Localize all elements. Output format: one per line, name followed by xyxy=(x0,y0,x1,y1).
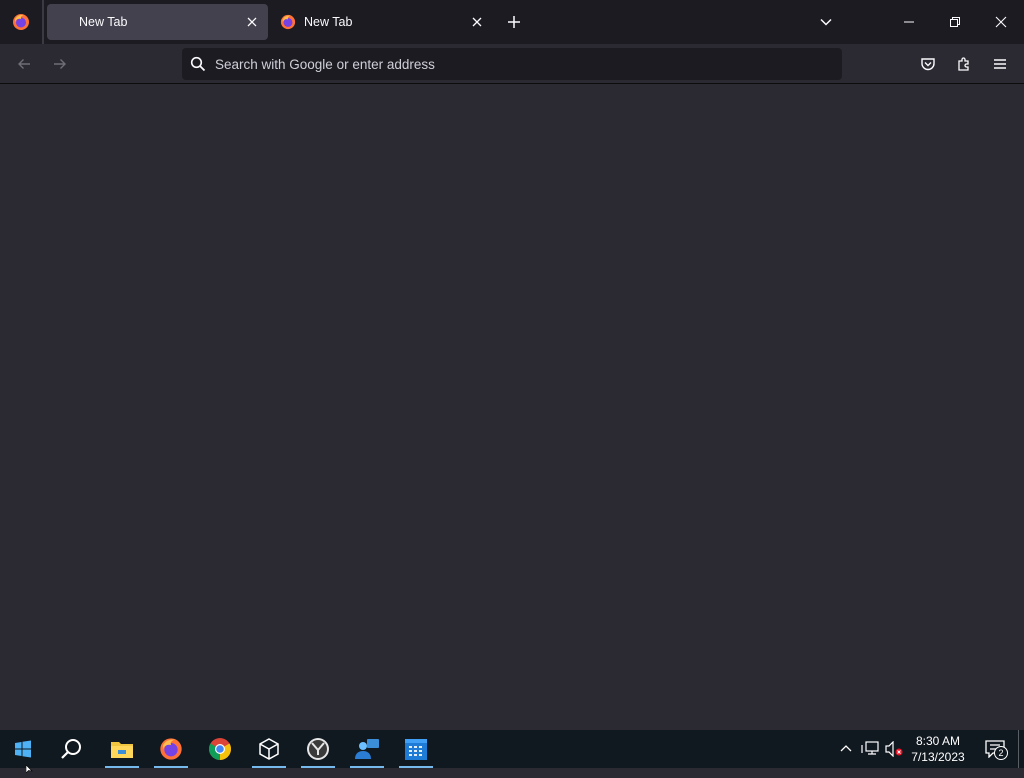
tab-label: New Tab xyxy=(304,15,353,29)
taskbar-clock-app[interactable] xyxy=(295,730,341,768)
chevron-up-icon xyxy=(840,745,852,752)
volume-button[interactable] xyxy=(882,730,906,768)
people-icon xyxy=(355,739,379,759)
notification-count-badge: 2 xyxy=(994,746,1008,760)
clock-date: 7/13/2023 xyxy=(911,750,965,764)
back-arrow-icon xyxy=(18,59,30,69)
action-center-button[interactable]: 2 xyxy=(978,730,1012,768)
taskbar-people[interactable] xyxy=(344,730,390,768)
navigation-toolbar xyxy=(0,44,1024,84)
close-icon xyxy=(247,17,257,27)
tab-strip-divider xyxy=(42,0,44,44)
pocket-icon xyxy=(921,58,935,71)
firefox-icon xyxy=(160,738,182,760)
windows-start-icon xyxy=(15,740,31,758)
mouse-cursor-icon xyxy=(25,760,34,778)
volume-muted-icon xyxy=(885,741,903,757)
tab-new-tab-2[interactable]: New Tab xyxy=(272,4,493,40)
forward-arrow-icon xyxy=(54,59,66,69)
show-hidden-icons-button[interactable] xyxy=(836,730,856,768)
tab-label: New Tab xyxy=(79,15,128,29)
chevron-down-icon xyxy=(820,18,832,26)
start-button[interactable] xyxy=(0,730,46,768)
search-icon xyxy=(61,739,81,759)
save-to-pocket-button[interactable] xyxy=(914,50,942,78)
calendar-icon xyxy=(405,739,427,760)
taskbar-search-button[interactable] xyxy=(48,730,94,768)
hamburger-menu-icon xyxy=(994,59,1006,69)
back-button[interactable] xyxy=(10,50,38,78)
extensions-button[interactable] xyxy=(950,50,978,78)
close-icon xyxy=(995,16,1007,28)
taskbar-calendar[interactable] xyxy=(393,730,439,768)
network-status-button[interactable] xyxy=(858,730,882,768)
close-window-button[interactable] xyxy=(978,0,1024,44)
firefox-view-button[interactable] xyxy=(0,0,42,44)
plus-icon xyxy=(508,16,520,28)
puzzle-icon xyxy=(958,57,969,71)
restore-icon xyxy=(950,17,960,27)
page-content xyxy=(0,85,1024,730)
clock-app-icon xyxy=(307,738,329,760)
open-application-menu-button[interactable] xyxy=(986,50,1014,78)
windows-taskbar: 8:30 AM 7/13/2023 2 xyxy=(0,730,1024,768)
tab-new-tab-1[interactable]: New Tab xyxy=(47,4,268,40)
minimize-icon xyxy=(904,21,914,23)
address-bar[interactable] xyxy=(182,48,842,80)
taskbar-firefox[interactable] xyxy=(148,730,194,768)
firefox-logo-icon xyxy=(13,14,29,30)
tab-strip: New Tab New Tab xyxy=(0,0,1024,44)
list-all-tabs-button[interactable] xyxy=(814,10,838,34)
taskbar-3d-viewer[interactable] xyxy=(246,730,292,768)
tab-close-button[interactable] xyxy=(465,10,489,34)
taskbar-clock[interactable]: 8:30 AM 7/13/2023 xyxy=(906,730,970,768)
close-icon xyxy=(472,17,482,27)
chrome-icon xyxy=(209,738,231,760)
search-icon xyxy=(190,56,206,72)
taskbar-file-explorer[interactable] xyxy=(99,730,145,768)
forward-button[interactable] xyxy=(46,50,74,78)
restore-button[interactable] xyxy=(932,0,978,44)
clock-time: 8:30 AM xyxy=(915,734,961,748)
3d-viewer-icon xyxy=(259,738,279,760)
new-tab-button[interactable] xyxy=(502,10,526,34)
show-desktop-button[interactable] xyxy=(1018,730,1024,768)
network-icon xyxy=(861,741,879,755)
firefox-favicon-icon xyxy=(280,14,296,30)
file-explorer-icon xyxy=(111,742,133,758)
minimize-button[interactable] xyxy=(886,0,932,44)
tab-close-button[interactable] xyxy=(240,10,264,34)
taskbar-chrome[interactable] xyxy=(197,730,243,768)
address-input[interactable] xyxy=(215,56,842,72)
